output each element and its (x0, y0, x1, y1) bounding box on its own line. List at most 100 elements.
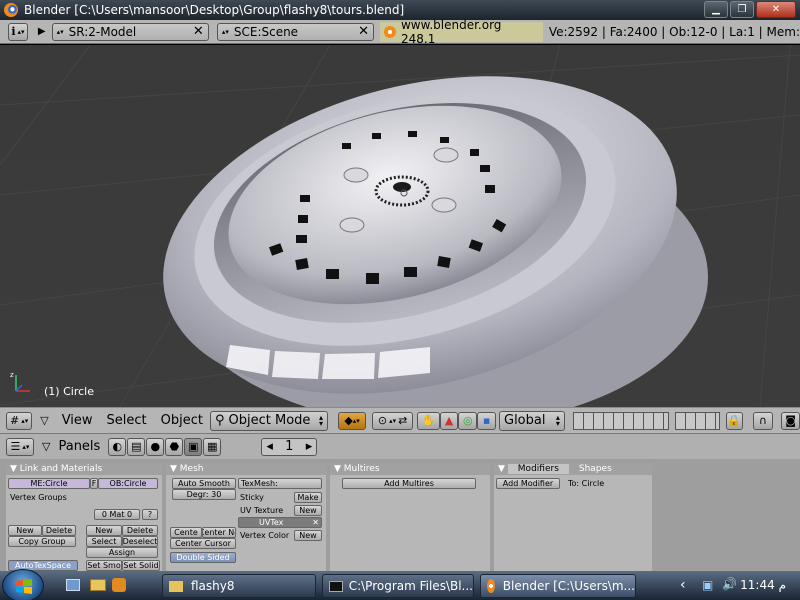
link-materials-panel: ▼ Link and Materials ME:Circle F OB:Circ… (6, 463, 162, 571)
vgroup-new-button[interactable]: New (8, 525, 42, 536)
view-type-button[interactable]: # ▴▾ (6, 411, 33, 430)
button-text: Delete (126, 526, 154, 535)
button-text: Double Sided (176, 553, 230, 562)
mat-deselect-button[interactable]: Deselect (122, 536, 158, 547)
view-menu[interactable]: View (55, 413, 100, 428)
center-button[interactable]: Cente (170, 527, 202, 538)
maximize-button[interactable]: ❐ (730, 1, 754, 18)
frame-field[interactable]: ◂ 1 ▸ (261, 437, 318, 456)
add-multires-button[interactable]: Add Multires (342, 478, 476, 489)
decrement-arrow-icon[interactable]: ◂ (266, 439, 273, 454)
increment-arrow-icon[interactable]: ▸ (306, 439, 313, 454)
uvtex-layer-field[interactable]: UVTex ✕ (238, 517, 322, 528)
screen-name: SR:2-Model (68, 24, 137, 39)
editing-context-button[interactable]: ▣ (184, 437, 203, 456)
folder-icon[interactable] (90, 579, 106, 591)
expand-triangle-icon[interactable]: ▶ (38, 26, 46, 37)
copy-group-button[interactable]: Copy Group (8, 536, 76, 547)
layer-buttons[interactable] (572, 411, 669, 430)
vgroup-delete-button[interactable]: Delete (42, 525, 76, 536)
start-button[interactable] (2, 569, 44, 600)
set-solid-button[interactable]: Set Solid (122, 560, 160, 571)
orientation-selector[interactable]: Global ▴ ▾ (499, 410, 565, 431)
task-blender[interactable]: Blender [C:\Users\m... (480, 574, 636, 598)
layer-buttons-2[interactable] (674, 411, 720, 430)
scene-context-button[interactable]: ▦ (203, 437, 222, 456)
clock[interactable]: 11:44 م (740, 578, 786, 592)
lock-button[interactable]: 🔒 (725, 411, 743, 430)
buttons-window-type-button[interactable]: ☰ ▴▾ (6, 437, 34, 456)
draw-type-button[interactable]: ◆ ▴▾ (338, 411, 367, 430)
chevron-left-icon[interactable]: ‹ (680, 577, 686, 593)
object-menu[interactable]: Object (154, 413, 210, 428)
minimize-button[interactable]: ▁ (704, 1, 728, 18)
3d-viewport[interactable]: z (1) Circle (0, 45, 800, 407)
link-materials-panel-header[interactable]: ▼ Link and Materials (6, 463, 162, 475)
script-context-button[interactable]: ▤ (127, 437, 146, 456)
logic-context-button[interactable]: ◐ (108, 437, 127, 456)
rotate-manipulator-button[interactable]: ◎ (458, 411, 478, 430)
axis-gizmo-icon: z (10, 371, 30, 392)
task-flashy8[interactable]: flashy8 (162, 574, 316, 598)
translate-manipulator-button[interactable]: ▲ (439, 411, 459, 430)
modifiers-tab[interactable]: Modifiers (507, 464, 569, 474)
screen-delete-icon[interactable]: ✕ (193, 24, 204, 39)
mesh-panel-header[interactable]: ▼ Mesh (166, 463, 326, 475)
material-help-button[interactable]: ? (142, 509, 158, 520)
list-icon: ☰ (10, 440, 21, 453)
screen-selector[interactable]: ▴▾ SR:2-Model ✕ (51, 22, 209, 41)
editing-icon: ▣ (188, 440, 199, 453)
close-button[interactable]: ✕ (756, 1, 796, 18)
info-window-type-button[interactable]: i ▴▾ (8, 22, 28, 41)
hand-icon: ✋ (421, 414, 436, 427)
sticky-make-button[interactable]: Make (294, 492, 322, 503)
shapes-tab[interactable]: Shapes (569, 464, 622, 474)
select-menu[interactable]: Select (100, 413, 154, 428)
center-new-button[interactable]: Center Ne (202, 527, 236, 538)
degree-field[interactable]: Degr: 30 (172, 489, 236, 500)
object-context-button[interactable]: ⬣ (165, 437, 184, 456)
vertex-color-new-button[interactable]: New (294, 530, 322, 541)
material-index-field[interactable]: 0 Mat 0 (94, 509, 140, 520)
scene-selector[interactable]: ▴▾ SCE:Scene ✕ (216, 22, 375, 41)
media-player-icon[interactable] (112, 578, 126, 592)
show-desktop-icon[interactable] (66, 579, 80, 591)
field-text: Degr: 30 (186, 490, 222, 499)
task-label: C:\Program Files\Bl... (348, 579, 473, 593)
fake-user-button[interactable]: F (90, 478, 98, 489)
uv-texture-new-button[interactable]: New (294, 505, 322, 516)
texmesh-field[interactable]: TexMesh: (238, 478, 322, 489)
multires-panel-header[interactable]: ▼ Multires (330, 463, 490, 475)
blender-url[interactable]: www.blender.org 248.1 (380, 18, 543, 46)
task-command-prompt[interactable]: C:\Program Files\Bl... (322, 574, 474, 598)
mode-selector[interactable]: ⚲ Object Mode ▴ ▾ (210, 410, 329, 431)
add-modifier-button[interactable]: Add Modifier (496, 478, 560, 489)
object-name-field[interactable]: OB:Circle (98, 478, 158, 489)
center-cursor-button[interactable]: Center Cursor (170, 538, 236, 549)
scale-manipulator-button[interactable]: ▪ (477, 411, 496, 430)
volume-icon[interactable]: 🔊 (722, 577, 737, 591)
mat-select-button[interactable]: Select (86, 536, 122, 547)
mesh-name-field[interactable]: ME:Circle (8, 478, 90, 489)
uvtex-delete-icon[interactable]: ✕ (312, 518, 319, 527)
snap-button[interactable]: ∩ (752, 411, 774, 430)
mat-assign-button[interactable]: Assign (86, 547, 158, 558)
set-smooth-button[interactable]: Set Smo (86, 560, 122, 571)
blender-icon (4, 3, 18, 17)
blender-url-text: www.blender.org 248.1 (400, 17, 502, 46)
render-button[interactable]: ◙ (781, 411, 800, 430)
grab-manipulator-button[interactable]: ✋ (417, 411, 440, 430)
orientation-label: Global (504, 413, 546, 428)
network-icon[interactable]: ▣ (702, 578, 713, 592)
scene-delete-icon[interactable]: ✕ (358, 24, 369, 39)
mat-new-button[interactable]: New (86, 525, 122, 536)
auto-smooth-button[interactable]: Auto Smooth (172, 478, 236, 489)
collapse-triangle-icon-2[interactable]: ▽ (42, 440, 50, 453)
shading-context-button[interactable]: ● (146, 437, 165, 456)
object-mode-icon: ⚲ (215, 413, 225, 428)
pivot-button[interactable]: ⊙ ▴▾ ⇄ (372, 411, 414, 430)
mat-delete-button[interactable]: Delete (122, 525, 158, 536)
button-text: Add Multires (384, 479, 434, 488)
collapse-triangle-icon[interactable]: ▽ (40, 414, 48, 427)
double-sided-button[interactable]: Double Sided (170, 552, 236, 563)
